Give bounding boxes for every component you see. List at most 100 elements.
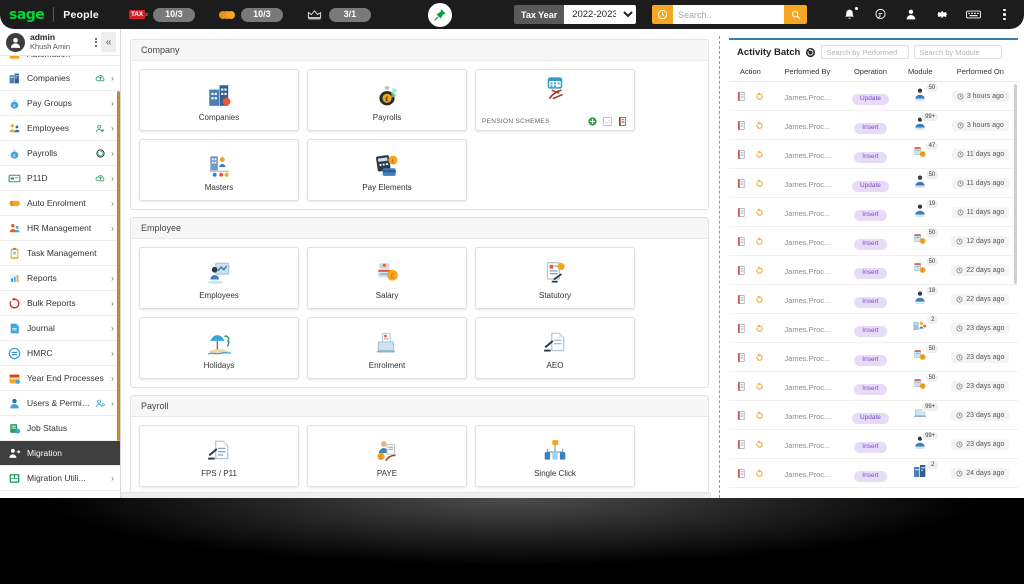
tile-pension-schemes[interactable]: PENSION SCHEMES [475,69,635,131]
search-icon[interactable] [784,5,807,24]
undo-icon[interactable] [754,468,765,479]
document-icon[interactable] [736,410,747,421]
document-icon[interactable] [736,352,747,363]
table-row[interactable]: James.Proc...Update5011 days ago [729,169,1018,198]
undo-icon[interactable] [754,149,765,160]
sidebar-item-pay-groups[interactable]: £Pay Groups› [0,91,120,116]
tile-salary[interactable]: £Salary [307,247,467,309]
sidebar-item-bulk-reports[interactable]: Bulk Reports› [0,291,120,316]
user-key-icon[interactable] [94,397,106,409]
table-row[interactable]: James.Proc...Insert£5022 days ago [729,256,1018,285]
sidebar-item-payrolls[interactable]: £Payrolls› [0,141,120,166]
chip-coins[interactable]: 10/3 [217,8,283,22]
sidebar-item-journal[interactable]: Journal› [0,316,120,341]
tile-pay-elements[interactable]: £Pay Elements [307,139,467,201]
table-row[interactable]: James.Proc...Insert99+23 days ago [729,430,1018,459]
sidebar-item-reports[interactable]: Reports› [0,266,120,291]
document-icon[interactable] [736,178,747,189]
table-row[interactable]: James.Proc...Update99+23 days ago [729,401,1018,430]
user-add-icon[interactable] [94,122,106,134]
table-row[interactable]: James.Proc...Insert99+3 hours ago [729,111,1018,140]
keyboard-icon[interactable] [966,7,981,22]
undo-icon[interactable] [754,91,765,102]
undo-icon[interactable] [754,236,765,247]
undo-icon[interactable] [754,265,765,276]
table-row[interactable]: James.Proc...Update503 hours ago [729,82,1018,111]
tile-enrolment[interactable]: Enrolment [307,317,467,379]
tax-year-control[interactable]: Tax Year 2022-2023 [514,5,636,24]
document-icon[interactable] [736,439,747,450]
document-icon[interactable] [736,120,747,131]
user-icon[interactable] [904,7,919,22]
tile-employees[interactable]: Employees [139,247,299,309]
undo-icon[interactable] [754,439,765,450]
sage-logo[interactable]: sage [9,7,44,23]
table-row[interactable]: James.Proc...Insert1911 days ago [729,198,1018,227]
tile-paye[interactable]: £PAYE [307,425,467,487]
document-icon[interactable] [736,91,747,102]
gear-icon[interactable] [935,7,950,22]
document-icon[interactable] [736,149,747,160]
undo-icon[interactable] [754,352,765,363]
undo-icon[interactable] [754,323,765,334]
sidebar-item-migration-utili[interactable]: Migration Utili...› [0,466,120,491]
search-by-module-input[interactable] [914,45,1002,59]
tile-payrolls[interactable]: £Payrolls [307,69,467,131]
chat-icon[interactable] [873,7,888,22]
table-row[interactable]: James.Proc...Insert£4711 days ago [729,140,1018,169]
sidebar-scrollbar[interactable] [117,91,120,441]
table-row[interactable]: James.Proc...Insert£5023 days ago [729,343,1018,372]
edit-icon[interactable] [602,116,613,127]
tax-year-select[interactable]: 2022-2023 [564,5,636,24]
sync-icon[interactable] [94,147,106,159]
clock-icon[interactable] [652,5,673,24]
sidebar-item-automation[interactable]: Automation [0,56,120,66]
tile-statutory[interactable]: Statutory [475,247,635,309]
sidebar-item-users-permiss[interactable]: Users & Permiss...› [0,391,120,416]
sidebar-item-migration[interactable]: Migration [0,441,120,466]
add-icon[interactable] [587,116,598,127]
sidebar-item-p11d[interactable]: P11D› [0,166,120,191]
tile-aeo[interactable]: AEO [475,317,635,379]
sidebar-item-hr-management[interactable]: HR Management› [0,216,120,241]
sidebar-item-year-end-processes[interactable]: Year End Processes› [0,366,120,391]
table-row[interactable]: James.Proc...Insert£5023 days ago [729,372,1018,401]
undo-icon[interactable] [754,120,765,131]
sidebar-item-auto-enrolment[interactable]: Auto Enrolment› [0,191,120,216]
sidebar-item-job-status[interactable]: Job Status [0,416,120,441]
table-row[interactable]: James.Proc...Insert1822 days ago [729,285,1018,314]
chip-tax[interactable]: TAX 10/3 [129,8,195,22]
undo-icon[interactable] [754,178,765,189]
tile-masters[interactable]: Masters [139,139,299,201]
search-input[interactable] [673,5,784,24]
table-row[interactable]: James.Proc...Insert224 days ago [729,459,1018,488]
profile-kebab-icon[interactable] [95,38,97,47]
search-by-performed-input[interactable] [821,45,909,59]
sidebar-item-task-management[interactable]: Task Management [0,241,120,266]
cloud-up-icon[interactable] [94,172,106,184]
document-icon[interactable] [736,294,747,305]
undo-icon[interactable] [754,207,765,218]
global-search[interactable] [652,5,807,24]
document-icon[interactable] [736,207,747,218]
document-icon[interactable] [736,323,747,334]
bell-icon[interactable] [842,7,857,22]
sidebar-item-companies[interactable]: Companies› [0,66,120,91]
refresh-icon[interactable] [805,47,816,58]
document-icon[interactable] [736,236,747,247]
pin-icon[interactable] [428,3,452,27]
tile-companies[interactable]: Companies [139,69,299,131]
sidebar-collapse-button[interactable]: « [101,32,116,52]
sidebar-item-employees[interactable]: Employees› [0,116,120,141]
tile-fps-p11[interactable]: FPS / P11 [139,425,299,487]
document-icon[interactable] [736,468,747,479]
table-row[interactable]: James.Proc...Insert£5012 days ago [729,227,1018,256]
chip-crown[interactable]: 3/1 [305,8,371,22]
list-icon[interactable] [617,116,628,127]
profile-header[interactable]: admin Khush Amin « [0,29,120,56]
document-icon[interactable] [736,265,747,276]
undo-icon[interactable] [754,294,765,305]
activity-scrollbar[interactable] [1014,84,1017,284]
undo-icon[interactable] [754,381,765,392]
sidebar-item-hmrc[interactable]: HMRC› [0,341,120,366]
